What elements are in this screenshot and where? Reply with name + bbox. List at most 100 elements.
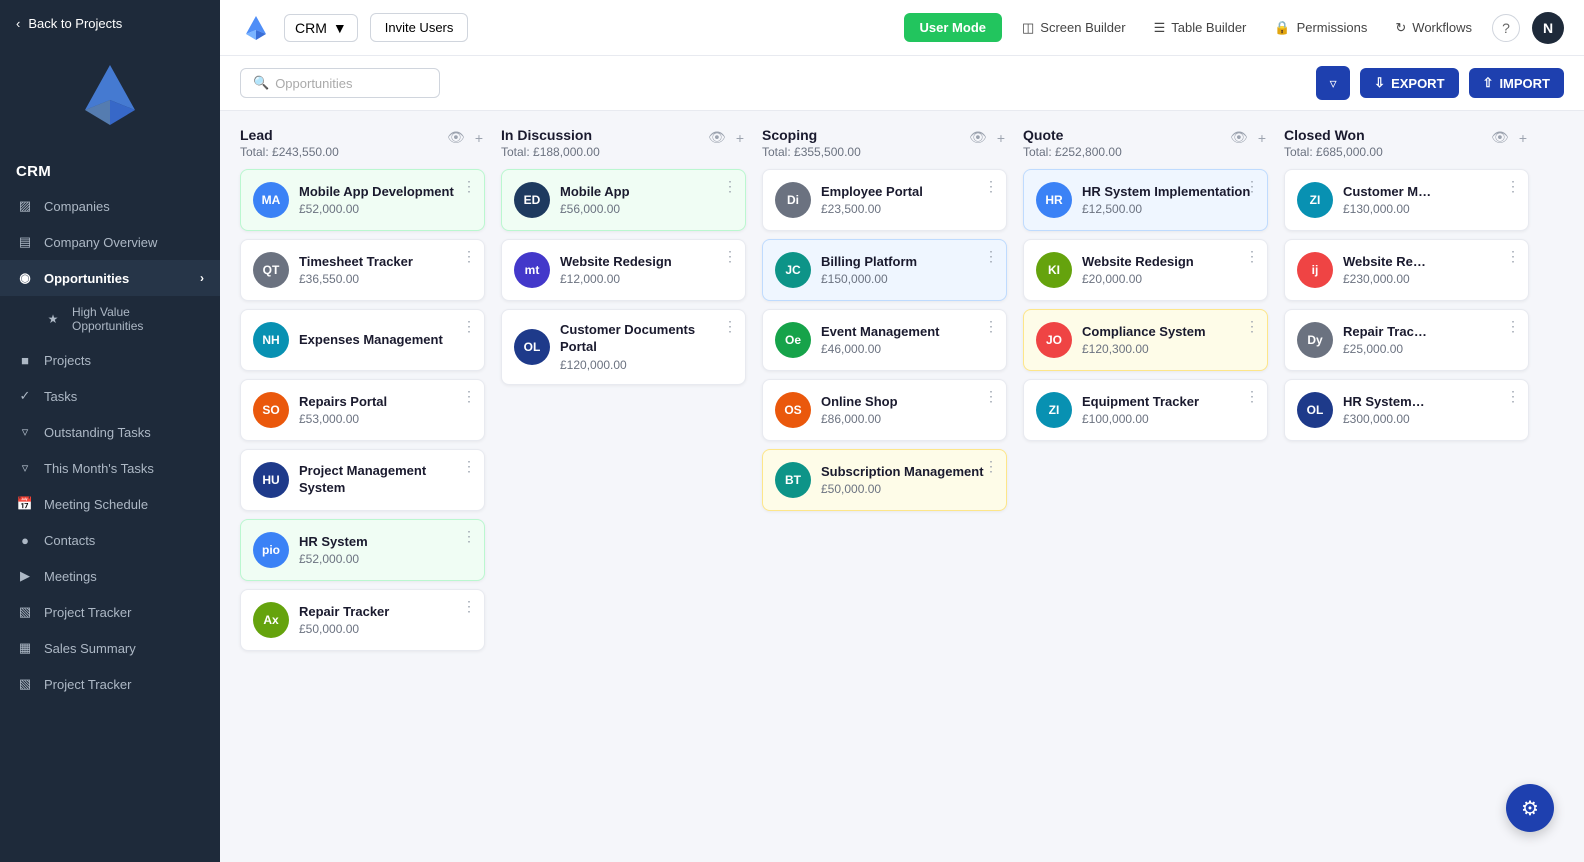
card-menu-c5[interactable]: ⋮ [462,458,476,475]
sidebar-item-meeting-schedule[interactable]: 📅 Meeting Schedule [0,486,220,522]
card-s3[interactable]: Oe Event Management £46,000.00 ⋮ [762,309,1007,371]
card-menu-d2[interactable]: ⋮ [723,248,737,265]
card-menu-c6[interactable]: ⋮ [462,528,476,545]
card-d1[interactable]: ED Mobile App £56,000.00 ⋮ [501,169,746,231]
column-eye-button-lead[interactable]: 👁 [445,127,467,148]
export-button[interactable]: ⇩ EXPORT [1360,68,1458,98]
column-add-button-scoping[interactable]: + [995,128,1007,148]
sidebar-item-outstanding-tasks[interactable]: ▿ Outstanding Tasks [0,414,220,450]
calendar-icon: 📅 [16,495,34,513]
sidebar-item-sales-summary[interactable]: ▦ Sales Summary [0,630,220,666]
kanban-board: Lead Total: £243,550.00 👁 + MA Mobile Ap… [220,111,1584,862]
card-avatar-q4: ZI [1036,392,1072,428]
card-info-w3: Repair Trac… £25,000.00 [1343,324,1516,357]
card-c1[interactable]: MA Mobile App Development £52,000.00 ⋮ [240,169,485,231]
card-menu-s4[interactable]: ⋮ [984,388,998,405]
card-menu-c2[interactable]: ⋮ [462,248,476,265]
card-menu-q2[interactable]: ⋮ [1245,248,1259,265]
card-s5[interactable]: BT Subscription Management £50,000.00 ⋮ [762,449,1007,511]
fab-settings[interactable]: ⚙ [1506,784,1554,832]
card-c5[interactable]: HU Project Management System ⋮ [240,449,485,511]
card-q4[interactable]: ZI Equipment Tracker £100,000.00 ⋮ [1023,379,1268,441]
card-menu-c4[interactable]: ⋮ [462,388,476,405]
sidebar-item-this-months-tasks[interactable]: ▿ This Month's Tasks [0,450,220,486]
card-menu-q3[interactable]: ⋮ [1245,318,1259,335]
screen-builder-button[interactable]: ◫ Screen Builder [1014,16,1134,40]
sidebar-item-project-tracker2[interactable]: ▧ Project Tracker [0,666,220,702]
column-eye-button-closed-won[interactable]: 👁 [1489,127,1511,148]
card-q3[interactable]: JO Compliance System £120,300.00 ⋮ [1023,309,1268,371]
user-avatar[interactable]: N [1532,12,1564,44]
sidebar-item-company-overview[interactable]: ▤ Company Overview [0,224,220,260]
card-c6[interactable]: pio HR System £52,000.00 ⋮ [240,519,485,581]
column-eye-button-in-discussion[interactable]: 👁 [706,127,728,148]
card-menu-q4[interactable]: ⋮ [1245,388,1259,405]
sidebar-item-tasks[interactable]: ✓ Tasks [0,378,220,414]
card-s4[interactable]: OS Online Shop £86,000.00 ⋮ [762,379,1007,441]
card-w1[interactable]: ZI Customer M… £130,000.00 ⋮ [1284,169,1529,231]
back-to-projects[interactable]: ‹ Back to Projects [0,0,220,39]
column-add-button-quote[interactable]: + [1256,128,1268,148]
card-price-s5: £50,000.00 [821,482,994,496]
card-menu-d3[interactable]: ⋮ [723,318,737,335]
user-mode-button[interactable]: User Mode [904,13,1002,42]
card-menu-c3[interactable]: ⋮ [462,318,476,335]
card-s2[interactable]: JC Billing Platform £150,000.00 ⋮ [762,239,1007,301]
column-add-button-closed-won[interactable]: + [1517,128,1529,148]
filter-button[interactable]: ▿ [1316,66,1350,100]
sidebar-item-project-tracker[interactable]: ▧ Project Tracker [0,594,220,630]
card-w4[interactable]: OL HR System… £300,000.00 ⋮ [1284,379,1529,441]
table-builder-button[interactable]: ☰ Table Builder [1146,16,1255,40]
card-info-s4: Online Shop £86,000.00 [821,394,994,427]
card-menu-s2[interactable]: ⋮ [984,248,998,265]
search-box[interactable]: 🔍 Opportunities [240,68,440,98]
sidebar-item-companies[interactable]: ▨ Companies [0,188,220,224]
column-eye-button-quote[interactable]: 👁 [1228,127,1250,148]
card-c2[interactable]: QT Timesheet Tracker £36,550.00 ⋮ [240,239,485,301]
column-eye-button-scoping[interactable]: 👁 [967,127,989,148]
card-info-w2: Website Re… £230,000.00 [1343,254,1516,287]
sidebar-item-meetings[interactable]: ▶ Meetings [0,558,220,594]
column-total-scoping: Total: £355,500.00 [762,145,861,159]
workflows-button[interactable]: ↻ Workflows [1387,16,1480,40]
sidebar-item-opportunities[interactable]: ◉ Opportunities › [0,260,220,296]
card-avatar-q3: JO [1036,322,1072,358]
column-add-button-in-discussion[interactable]: + [734,128,746,148]
card-c3[interactable]: NH Expenses Management ⋮ [240,309,485,371]
card-menu-c1[interactable]: ⋮ [462,178,476,195]
card-w2[interactable]: ij Website Re… £230,000.00 ⋮ [1284,239,1529,301]
card-price-w4: £300,000.00 [1343,412,1516,426]
card-menu-s3[interactable]: ⋮ [984,318,998,335]
card-d3[interactable]: OL Customer Documents Portal £120,000.00… [501,309,746,385]
import-button[interactable]: ⇧ IMPORT [1469,68,1564,98]
card-menu-w1[interactable]: ⋮ [1506,178,1520,195]
card-menu-c7[interactable]: ⋮ [462,598,476,615]
card-menu-q1[interactable]: ⋮ [1245,178,1259,195]
help-button[interactable]: ? [1492,14,1520,42]
card-d2[interactable]: mt Website Redesign £12,000.00 ⋮ [501,239,746,301]
card-c7[interactable]: Ax Repair Tracker £50,000.00 ⋮ [240,589,485,651]
card-s1[interactable]: Di Employee Portal £23,500.00 ⋮ [762,169,1007,231]
invite-users-button[interactable]: Invite Users [370,13,469,42]
card-name-c2: Timesheet Tracker [299,254,472,271]
card-q2[interactable]: KI Website Redesign £20,000.00 ⋮ [1023,239,1268,301]
card-menu-s5[interactable]: ⋮ [984,458,998,475]
card-menu-w2[interactable]: ⋮ [1506,248,1520,265]
card-menu-s1[interactable]: ⋮ [984,178,998,195]
card-c4[interactable]: SO Repairs Portal £53,000.00 ⋮ [240,379,485,441]
sidebar-item-projects[interactable]: ■ Projects [0,342,220,378]
check-icon: ✓ [16,387,34,405]
column-add-button-lead[interactable]: + [473,128,485,148]
crm-dropdown[interactable]: CRM ▼ [284,14,358,42]
card-w3[interactable]: Dy Repair Trac… £25,000.00 ⋮ [1284,309,1529,371]
card-menu-w3[interactable]: ⋮ [1506,318,1520,335]
grid-icon: ▧ [16,603,34,621]
card-menu-d1[interactable]: ⋮ [723,178,737,195]
card-info-s3: Event Management £46,000.00 [821,324,994,357]
permissions-button[interactable]: 🔒 Permissions [1266,16,1375,40]
card-q1[interactable]: HR HR System Implementation £12,500.00 ⋮ [1023,169,1268,231]
card-menu-w4[interactable]: ⋮ [1506,388,1520,405]
sidebar-item-contacts[interactable]: ● Contacts [0,522,220,558]
sidebar-item-high-value[interactable]: ★ High Value Opportunities [0,296,220,342]
cards-list-in-discussion: ED Mobile App £56,000.00 ⋮ mt Website Re… [501,169,746,385]
